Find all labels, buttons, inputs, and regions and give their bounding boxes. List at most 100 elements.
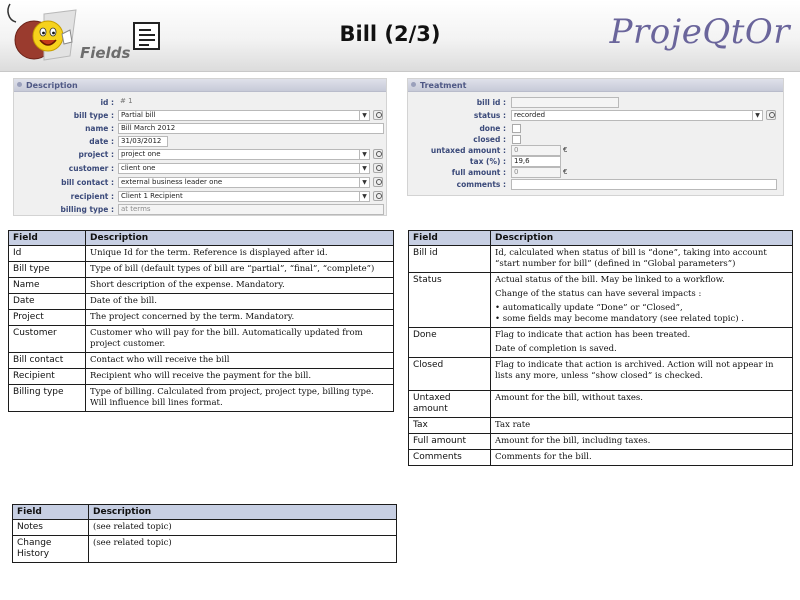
description-cell: Contact who will receive the bill [85,352,394,369]
recipient-label: recipient : [70,192,114,201]
dropdown-arrow-icon[interactable]: ▼ [752,111,762,120]
bill-id-row: bill id : [408,97,783,108]
status-value: recorded [514,111,546,119]
treatment-panel: Treatment bill id : status : recorded ▼ … [407,78,784,196]
field-cell: Date [8,293,86,310]
header-field: Field [408,230,491,246]
date-row: date : 31/03/2012 [14,136,386,147]
table-row: Recipient Recipient who will receive the … [8,368,394,385]
description-cell: Flag to indicate that action has been tr… [490,327,793,358]
brand-name: ProjeQtOr [609,12,790,52]
search-icon[interactable] [373,177,383,187]
header-description: Description [85,230,394,246]
search-icon[interactable] [373,149,383,159]
full-amount-row: full amount : 0 € [408,167,783,178]
bill-type-label: bill type : [73,111,114,120]
description-line: Id, calculated when status of bill is “d… [495,248,767,269]
description-panel-title[interactable]: Description [14,79,386,92]
currency-label: € [563,146,568,154]
status-label: status : [473,111,506,120]
page-header: Fields Bill (2/3) ProjeQtOr [0,0,800,72]
dropdown-arrow-icon[interactable]: ▼ [359,164,369,173]
field-cell: Untaxed amount [408,390,491,418]
dropdown-arrow-icon[interactable]: ▼ [359,111,369,120]
description-cell: Recipient who will receive the payment f… [85,368,394,385]
field-cell: Bill id [408,245,491,273]
table-row: Bill id Id, calculated when status of bi… [408,245,793,273]
done-checkbox[interactable] [512,124,521,133]
search-icon[interactable] [373,163,383,173]
treatment-panel-title[interactable]: Treatment [408,79,783,92]
field-cell: Status [408,272,491,328]
bill-contact-select[interactable]: external business leader one ▼ [118,177,370,188]
project-select[interactable]: project one ▼ [118,149,370,160]
fields-table-left: Field Description Id Unique Id for the te… [8,230,394,412]
project-label: project : [78,150,114,159]
table-row: Notes (see related topic) [12,519,397,536]
description-cell: Tax rate [490,417,793,434]
status-row: status : recorded ▼ [408,110,783,121]
field-cell: Project [8,309,86,326]
description-cell: Short description of the expense. Mandat… [85,277,394,294]
recipient-select[interactable]: Client 1 Recipient ▼ [118,191,370,202]
status-select[interactable]: recorded ▼ [511,110,763,121]
dropdown-arrow-icon[interactable]: ▼ [359,192,369,201]
description-cell: Date of the bill. [85,293,394,310]
table-row: Name Short description of the expense. Ma… [8,277,394,294]
description-line: Flag to indicate that action is archived… [495,360,774,381]
description-cell: Amount for the bill, including taxes. [490,433,793,450]
closed-row: closed : [408,134,783,145]
comments-input[interactable] [511,179,777,190]
table-row: Billing type Type of billing. Calculated … [8,384,394,412]
description-cell: Actual status of the bill. May be linked… [490,272,793,328]
untaxed-amount-field: 0 [511,145,561,156]
bill-type-row: bill type : Partial bill ▼ [14,110,386,121]
name-input[interactable]: Bill March 2012 [118,123,384,134]
field-cell: Full amount [408,433,491,450]
full-amount-label: full amount : [451,168,506,177]
header-field: Field [8,230,86,246]
bill-type-value: Partial bill [121,111,156,119]
project-value: project one [121,150,161,158]
dropdown-arrow-icon[interactable]: ▼ [359,150,369,159]
tax-row: tax (%) : 19,6 [408,156,783,167]
dropdown-arrow-icon[interactable]: ▼ [359,178,369,187]
bill-id-label: bill id : [476,98,506,107]
tax-input[interactable]: 19,6 [511,156,561,167]
tax-label: tax (%) : [469,157,506,166]
logo-text: Fields [80,44,131,62]
bill-contact-row: bill contact : external business leader … [14,177,386,188]
closed-checkbox[interactable] [512,135,521,144]
description-cell: Comments for the bill. [490,449,793,466]
description-panel: Description id : # 1 bill type : Partial… [13,78,387,216]
bill-contact-label: bill contact : [61,178,114,187]
description-cell: (see related topic) [88,535,397,563]
description-cell: (see related topic) [88,519,397,536]
table-row: Date Date of the bill. [8,293,394,310]
bill-type-select[interactable]: Partial bill ▼ [118,110,370,121]
id-row: id : # 1 [14,97,386,108]
table-row: Project The project concerned by the term… [8,309,394,326]
search-icon[interactable] [373,191,383,201]
app-logo: Fields [4,0,134,70]
document-icon [133,22,160,50]
field-cell: Bill type [8,261,86,278]
date-input[interactable]: 31/03/2012 [118,136,168,147]
description-line: • some fields may become mandatory (see … [495,314,744,324]
customer-select[interactable]: client one ▼ [118,163,370,174]
header-field: Field [12,504,89,520]
search-icon[interactable] [766,110,776,120]
description-cell: Unique Id for the term. Reference is dis… [85,245,394,262]
table-row: Customer Customer who will pay for the bi… [8,325,394,353]
field-cell: Notes [12,519,89,536]
table-row: Comments Comments for the bill. [408,449,793,466]
table-row: Done Flag to indicate that action has be… [408,327,793,358]
id-value: # 1 [120,97,133,105]
search-icon[interactable] [373,110,383,120]
description-cell: Type of bill (default types of bill are … [85,261,394,278]
customer-value: client one [121,164,156,172]
fields-table-right: Field Description Bill id Id, calculated… [408,230,793,466]
description-line: Comments for the bill. [495,452,592,462]
table-row: Full amount Amount for the bill, includi… [408,433,793,450]
recipient-value: Client 1 Recipient [121,192,183,200]
